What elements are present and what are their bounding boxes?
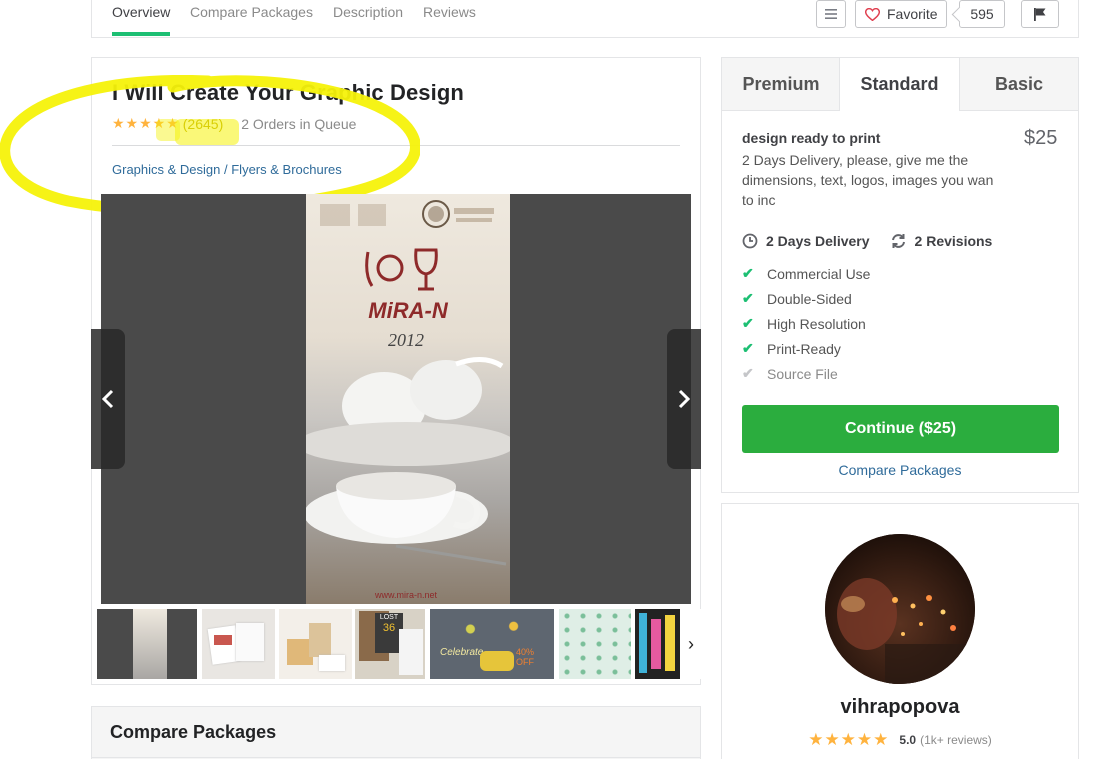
hamburger-icon bbox=[825, 9, 837, 19]
poster-year: 2012 bbox=[388, 330, 424, 350]
package-meta: 2 Days Delivery 2 Revisions bbox=[742, 233, 992, 249]
compare-divider bbox=[92, 757, 700, 758]
package-price: $25 bbox=[1024, 127, 1058, 149]
tab-basic[interactable]: Basic bbox=[960, 58, 1078, 111]
feature-item: ✔ Source File bbox=[742, 361, 870, 386]
clock-icon bbox=[742, 233, 758, 249]
feature-label: Commercial Use bbox=[767, 265, 871, 282]
brochure-illustration: MiRA-N 2012 www.mira-n.net bbox=[306, 200, 510, 600]
package-card: Premium Standard Basic design ready to p… bbox=[721, 57, 1079, 493]
report-button[interactable] bbox=[1021, 0, 1059, 28]
gig-overview-card: I Will Create Your Graphic Design ★★★★★ … bbox=[0, 57, 702, 685]
tab-overview[interactable]: Overview bbox=[112, 4, 170, 20]
chevron-right-icon: › bbox=[688, 633, 694, 654]
avatar-photo bbox=[825, 534, 975, 684]
title-divider bbox=[112, 145, 680, 146]
gallery-thumbnails: LOST 36 Celebrate 40% OFF › bbox=[97, 609, 702, 681]
chevron-right-icon bbox=[678, 389, 690, 409]
thumbnail-1[interactable] bbox=[97, 609, 197, 679]
poster-brand: MiRA-N bbox=[368, 298, 449, 323]
favorite-label: Favorite bbox=[887, 6, 938, 22]
chevron-left-icon bbox=[102, 389, 114, 409]
thumbnail-3[interactable] bbox=[279, 609, 352, 679]
thumbnail-6[interactable] bbox=[559, 609, 631, 679]
thumb-celebrate-text: Celebrate bbox=[440, 647, 484, 658]
tab-description[interactable]: Description bbox=[333, 4, 403, 20]
seller-avatar[interactable] bbox=[825, 534, 975, 684]
feature-item: ✔ Double-Sided bbox=[742, 286, 870, 311]
heart-icon bbox=[865, 7, 880, 21]
thumbnail-7[interactable] bbox=[635, 609, 685, 679]
poster-url: www.mira-n.net bbox=[374, 590, 438, 600]
gallery-next-button[interactable] bbox=[667, 329, 701, 469]
seller-rating-stars: ★★★★★ bbox=[808, 730, 890, 749]
package-tabs: Premium Standard Basic bbox=[722, 58, 1078, 111]
seller-rating: ★★★★★ 5.0 (1k+ reviews) bbox=[722, 730, 1078, 750]
thumb-off-text: 40% OFF bbox=[516, 647, 535, 667]
seller-name[interactable]: vihrapopova bbox=[722, 696, 1078, 719]
gallery-main-image: MiRA-N 2012 www.mira-n.net bbox=[306, 194, 510, 604]
gallery-prev-button[interactable] bbox=[91, 329, 125, 469]
thumbnail-4[interactable]: LOST 36 bbox=[355, 609, 425, 679]
gig-top-nav: Overview Compare Packages Description Re… bbox=[91, 0, 1079, 38]
check-icon: ✔ bbox=[742, 315, 754, 331]
seller-review-count: (1k+ reviews) bbox=[920, 733, 992, 747]
tab-premium[interactable]: Premium bbox=[722, 58, 840, 111]
check-icon: ✔ bbox=[742, 365, 754, 381]
orders-in-queue: 2 Orders in Queue bbox=[241, 115, 357, 132]
flag-icon bbox=[1034, 8, 1046, 21]
thumb-lost-num: 36 bbox=[382, 622, 396, 634]
tab-compare-packages[interactable]: Compare Packages bbox=[190, 4, 313, 20]
breadcrumb-category[interactable]: Graphics & Design bbox=[112, 162, 220, 177]
gig-gallery[interactable]: MiRA-N 2012 www.mira-n.net bbox=[101, 194, 691, 604]
thumbnail-5[interactable]: Celebrate 40% OFF bbox=[430, 609, 554, 679]
check-icon: ✔ bbox=[742, 340, 754, 356]
delivery-time: 2 Days Delivery bbox=[766, 233, 870, 249]
compare-packages-section: Compare Packages bbox=[91, 706, 701, 759]
thumb-lost-text: LOST bbox=[379, 614, 399, 621]
feature-item: ✔ High Resolution bbox=[742, 311, 870, 336]
seller-score: 5.0 bbox=[899, 733, 917, 747]
compare-packages-link[interactable]: Compare Packages bbox=[722, 462, 1078, 478]
gig-rating-row: ★★★★★ (2645) 2 Orders in Queue bbox=[112, 115, 356, 132]
more-menu-button[interactable] bbox=[816, 0, 846, 28]
feature-label: Print-Ready bbox=[767, 340, 841, 357]
feature-item: ✔ Print-Ready bbox=[742, 336, 870, 361]
active-tab-indicator bbox=[112, 32, 170, 36]
seller-card: vihrapopova ★★★★★ 5.0 (1k+ reviews) bbox=[721, 503, 1079, 759]
breadcrumb: Graphics & Design / Flyers & Brochures bbox=[112, 162, 342, 177]
rating-count[interactable]: (2645) bbox=[183, 116, 223, 132]
feature-label: Double-Sided bbox=[767, 290, 852, 307]
package-features: ✔ Commercial Use ✔ Double-Sided ✔ High R… bbox=[742, 261, 870, 386]
thumbnails-next-button[interactable]: › bbox=[680, 609, 702, 679]
compare-packages-title: Compare Packages bbox=[110, 722, 277, 742]
package-name: design ready to print bbox=[742, 130, 881, 146]
favorite-button[interactable]: Favorite bbox=[855, 0, 947, 28]
feature-item: ✔ Commercial Use bbox=[742, 261, 870, 286]
refresh-icon bbox=[891, 234, 905, 248]
feature-label: Source File bbox=[767, 365, 838, 382]
feature-label: High Resolution bbox=[767, 315, 866, 332]
revisions-count: 2 Revisions bbox=[914, 233, 993, 249]
package-description: 2 Days Delivery, please, give me the dim… bbox=[742, 152, 994, 208]
favorite-count: 595 bbox=[959, 0, 1005, 28]
tab-standard[interactable]: Standard bbox=[839, 58, 960, 111]
tab-reviews[interactable]: Reviews bbox=[423, 4, 476, 20]
check-icon: ✔ bbox=[742, 290, 754, 306]
thumbnail-2[interactable] bbox=[202, 609, 275, 679]
breadcrumb-separator: / bbox=[220, 162, 232, 177]
continue-button[interactable]: Continue ($25) bbox=[742, 405, 1059, 453]
rating-stars: ★★★★★ bbox=[112, 115, 180, 131]
gig-title: I Will Create Your Graphic Design bbox=[112, 80, 464, 105]
breadcrumb-subcategory[interactable]: Flyers & Brochures bbox=[231, 162, 342, 177]
check-icon: ✔ bbox=[742, 265, 754, 281]
